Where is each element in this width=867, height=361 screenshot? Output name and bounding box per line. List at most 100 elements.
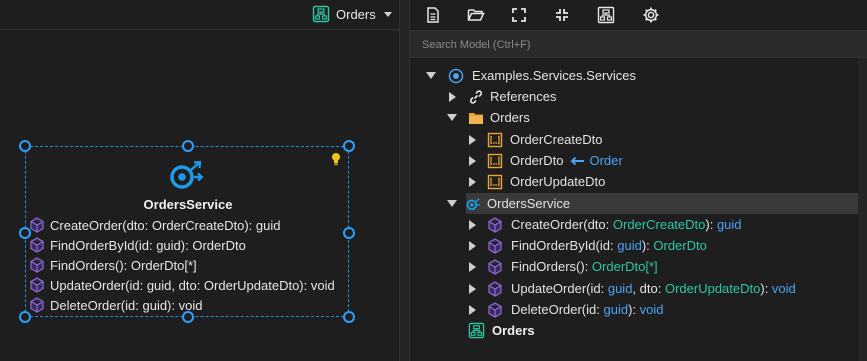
diagram-icon xyxy=(597,6,615,24)
expand-button[interactable] xyxy=(509,5,529,25)
operation-icon xyxy=(488,301,502,318)
search-input[interactable] xyxy=(420,35,854,55)
operation-icon xyxy=(30,237,44,253)
tree-item-orders-folder[interactable]: Orders xyxy=(410,107,858,128)
resize-handle[interactable] xyxy=(182,140,194,152)
chevron-down-icon xyxy=(383,11,392,17)
open-folder-icon xyxy=(467,9,485,21)
tree-item-label: OrderCreateDto xyxy=(510,132,603,147)
operation-signature: CreateOrder(dto: OrderCreateDto): guid xyxy=(511,217,742,232)
tree-item-dto[interactable]: OrderDto Order xyxy=(410,150,858,171)
tree-scrollbar[interactable] xyxy=(858,58,867,361)
operation-icon xyxy=(30,277,44,293)
collapse-toggle[interactable] xyxy=(426,71,436,81)
tree-item-diagram[interactable]: Orders xyxy=(410,320,858,341)
arrow-left-icon xyxy=(571,156,585,165)
expand-toggle[interactable] xyxy=(467,176,477,187)
operation-icon xyxy=(30,217,44,233)
resize-handle[interactable] xyxy=(19,311,31,323)
expand-toggle[interactable] xyxy=(467,240,477,251)
resize-handle[interactable] xyxy=(343,227,355,239)
package-icon xyxy=(448,68,464,84)
collapse-toggle[interactable] xyxy=(447,199,457,209)
tree-item-label: Orders xyxy=(490,110,530,125)
operation-label: DeleteOrder(id: guid): void xyxy=(50,297,203,313)
search-bar xyxy=(410,30,867,58)
service-icon xyxy=(466,196,482,212)
operation-label: FindOrders(): OrderDto[*] xyxy=(50,257,197,273)
tree-item-label: OrdersService xyxy=(487,196,571,211)
expand-toggle[interactable] xyxy=(467,304,477,315)
tree-item-label: Orders xyxy=(492,323,535,338)
resize-handle[interactable] xyxy=(19,227,31,239)
node-operation[interactable]: CreateOrder(dto: OrderCreateDto): guid xyxy=(30,215,280,235)
service-icon xyxy=(170,160,204,189)
dto-icon xyxy=(487,153,503,169)
diagram-selector[interactable]: Orders xyxy=(312,4,392,24)
resize-handle[interactable] xyxy=(343,311,355,323)
tree-item-label: OrderDto xyxy=(510,153,564,168)
model-explorer: Examples.Services.Services References Or… xyxy=(410,0,867,361)
expand-toggle[interactable] xyxy=(467,155,477,166)
tree-item-operation[interactable]: DeleteOrder(id: guid): void xyxy=(410,299,858,320)
tree-toggle-row xyxy=(410,193,466,214)
tree-item-operation[interactable]: UpdateOrder(id: guid, dto: OrderUpdateDt… xyxy=(410,278,858,299)
operation-label: UpdateOrder(id: guid, dto: OrderUpdateDt… xyxy=(50,277,335,293)
tree-item-references[interactable]: References xyxy=(410,86,858,107)
orders-service-node[interactable]: OrdersService CreateOrder(dto: OrderCrea… xyxy=(25,146,349,317)
node-operation[interactable]: FindOrderById(id: guid): OrderDto xyxy=(30,235,246,255)
expand-icon xyxy=(512,8,526,22)
tree-item-operation[interactable]: FindOrderById(id: guid): OrderDto xyxy=(410,235,858,256)
collapse-toggle[interactable] xyxy=(447,113,457,123)
dto-icon xyxy=(487,174,503,190)
tree-item-operation[interactable]: FindOrders(): OrderDto[*] xyxy=(410,256,858,277)
resize-handle[interactable] xyxy=(182,311,194,323)
explorer-toolbar xyxy=(410,0,867,30)
new-document-button[interactable] xyxy=(423,5,443,25)
operation-icon xyxy=(30,297,44,313)
tree-item-label: References xyxy=(490,89,557,104)
diagram-toolbar: Orders xyxy=(0,0,399,30)
diagram-button[interactable] xyxy=(596,5,616,25)
operation-icon xyxy=(488,280,502,297)
expand-toggle[interactable] xyxy=(467,219,477,230)
settings-button[interactable] xyxy=(641,5,661,25)
operation-signature: FindOrderById(id: guid): OrderDto xyxy=(511,238,707,253)
diagram-icon xyxy=(312,5,330,23)
diagram-icon xyxy=(468,322,485,339)
settings-gear-icon xyxy=(643,7,659,23)
resize-handle[interactable] xyxy=(343,140,355,152)
operation-label: CreateOrder(dto: OrderCreateDto): guid xyxy=(50,217,281,233)
lightbulb-icon[interactable] xyxy=(330,152,342,166)
diagram-selector-label: Orders xyxy=(336,6,376,22)
node-operation[interactable]: FindOrders(): OrderDto[*] xyxy=(30,255,197,275)
dto-icon xyxy=(487,132,503,148)
tree-item-root[interactable]: Examples.Services.Services xyxy=(410,65,858,86)
expand-toggle[interactable] xyxy=(467,134,477,145)
expand-toggle[interactable] xyxy=(447,91,457,102)
operation-icon xyxy=(488,216,502,233)
collapse-button[interactable] xyxy=(552,5,572,25)
node-title: OrdersService xyxy=(143,197,233,212)
diagram-canvas[interactable]: Orders OrdersService CreateOrder(dto: Or… xyxy=(0,0,399,361)
node-operation[interactable]: DeleteOrder(id: guid): void xyxy=(30,295,202,315)
open-folder-button[interactable] xyxy=(466,5,486,25)
tree-item-dto[interactable]: OrderCreateDto xyxy=(410,129,858,150)
operation-label: FindOrderById(id: guid): OrderDto xyxy=(50,237,246,253)
operation-icon xyxy=(488,237,502,254)
mapped-entity-link[interactable]: Order xyxy=(589,153,622,168)
link-icon xyxy=(468,89,484,105)
tree-item-orders-service[interactable]: OrdersService xyxy=(466,193,858,214)
node-operation[interactable]: UpdateOrder(id: guid, dto: OrderUpdateDt… xyxy=(30,275,335,295)
tree-item-dto[interactable]: OrderUpdateDto xyxy=(410,171,858,192)
operation-signature: FindOrders(): OrderDto[*] xyxy=(511,259,658,274)
new-document-icon xyxy=(427,7,439,23)
operation-signature: DeleteOrder(id: guid): void xyxy=(511,302,664,317)
expand-toggle[interactable] xyxy=(467,283,477,294)
tree-item-operation[interactable]: CreateOrder(dto: OrderCreateDto): guid xyxy=(410,214,858,235)
panel-splitter[interactable] xyxy=(399,0,410,361)
resize-handle[interactable] xyxy=(19,140,31,152)
operation-icon xyxy=(30,257,44,273)
expand-toggle[interactable] xyxy=(467,261,477,272)
operation-signature: UpdateOrder(id: guid, dto: OrderUpdateDt… xyxy=(511,281,796,296)
